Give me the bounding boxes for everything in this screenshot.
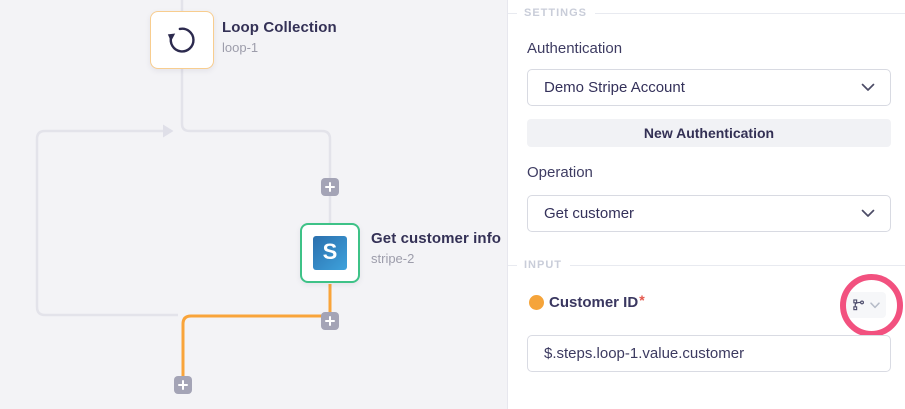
node-get-customer-info[interactable]: S [300, 223, 360, 283]
new-authentication-button[interactable]: New Authentication [527, 119, 891, 147]
branch-icon [852, 298, 865, 312]
loop-return-connector [37, 131, 178, 315]
node-title: Loop Collection [222, 19, 337, 36]
node-subtitle: loop-1 [222, 40, 337, 55]
required-asterisk: * [639, 292, 644, 308]
add-step-button[interactable] [174, 376, 192, 394]
add-step-button[interactable] [321, 178, 339, 196]
settings-header-label: SETTINGS [524, 7, 587, 19]
add-step-button[interactable] [321, 312, 339, 330]
chevron-down-icon [870, 302, 880, 309]
customer-id-value: $.steps.loop-1.value.customer [544, 345, 744, 362]
node-caption-stripe: Get customer info stripe-2 [371, 230, 501, 266]
connector-lines [0, 0, 507, 409]
operation-select[interactable]: Get customer [527, 195, 891, 232]
loop-icon [165, 23, 199, 57]
customer-id-label-text: Customer ID [549, 294, 638, 311]
divider [570, 265, 905, 266]
workflow-editor: Loop Collection loop-1 S Get customer in… [0, 0, 905, 409]
divider [508, 265, 517, 266]
chevron-down-icon [861, 209, 875, 218]
authentication-value: Demo Stripe Account [544, 79, 861, 96]
mapping-toggle-button[interactable] [845, 292, 886, 318]
node-caption-loop: Loop Collection loop-1 [222, 19, 337, 55]
divider [508, 13, 517, 14]
orange-connector [183, 284, 330, 379]
settings-section-header: SETTINGS [508, 7, 905, 19]
operation-label: Operation [527, 164, 593, 181]
workflow-canvas[interactable]: Loop Collection loop-1 S Get customer in… [0, 0, 507, 409]
stripe-logo-letter: S [323, 241, 338, 263]
stripe-logo-icon: S [313, 236, 347, 270]
input-header-label: INPUT [524, 259, 562, 271]
required-status-dot [529, 295, 544, 310]
loop-return-arrowhead [163, 125, 174, 138]
input-section-header: INPUT [508, 259, 905, 271]
operation-value: Get customer [544, 205, 861, 222]
settings-panel: SETTINGS Authentication Demo Stripe Acco… [507, 0, 905, 409]
customer-id-label: Customer ID* [549, 294, 645, 311]
node-subtitle: stripe-2 [371, 251, 501, 266]
node-loop-collection[interactable] [150, 11, 214, 69]
customer-id-input[interactable]: $.steps.loop-1.value.customer [527, 335, 891, 372]
divider [595, 13, 905, 14]
authentication-label: Authentication [527, 40, 622, 57]
authentication-select[interactable]: Demo Stripe Account [527, 69, 891, 106]
node-title: Get customer info [371, 230, 501, 247]
chevron-down-icon [861, 83, 875, 92]
